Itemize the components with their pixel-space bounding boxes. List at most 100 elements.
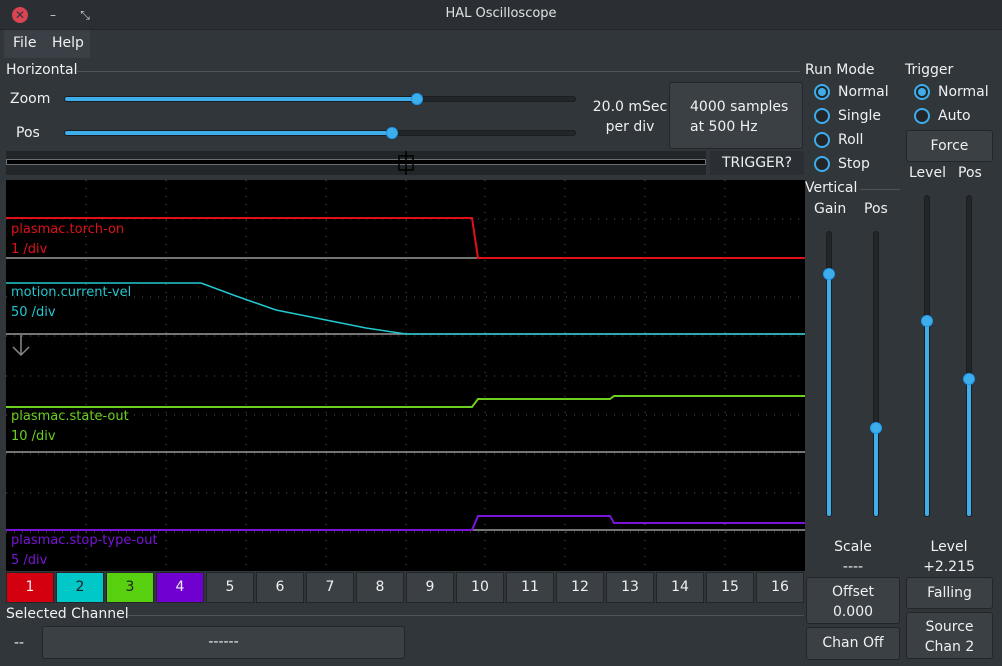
trace-4-line xyxy=(6,515,805,531)
trace-3-scale: 10 /div xyxy=(11,429,56,444)
radio-icon[interactable] xyxy=(914,108,930,124)
channel-button-14[interactable]: 14 xyxy=(656,572,704,603)
trace-3-name: plasmac.state-out xyxy=(11,409,129,424)
samples-rate: at 500 Hz xyxy=(690,119,758,135)
zoom-slider-fill xyxy=(65,97,417,101)
vertical-group-border xyxy=(860,189,900,190)
trigger-level-label: Level xyxy=(909,165,946,181)
vertical-pos-fill xyxy=(874,427,878,516)
channel-button-15[interactable]: 15 xyxy=(706,572,754,603)
radio-icon[interactable] xyxy=(814,156,830,172)
menu-file[interactable]: File xyxy=(13,35,36,51)
trigger-pos-fill xyxy=(967,378,971,516)
channel-button-13[interactable]: 13 xyxy=(606,572,654,603)
arrow-down-icon xyxy=(12,335,30,357)
vertical-scale-title: Scale xyxy=(834,539,872,555)
time-per-div-value: 20.0 mSec xyxy=(592,99,668,115)
radio-icon[interactable] xyxy=(814,108,830,124)
horizontal-group-title: Horizontal xyxy=(6,62,78,78)
vertical-pos-label: Pos xyxy=(864,201,888,217)
zoom-slider[interactable] xyxy=(64,93,576,105)
zoom-slider-handle[interactable] xyxy=(411,93,424,105)
channel-button-16[interactable]: 16 xyxy=(756,572,804,603)
trigger-pos-slider[interactable] xyxy=(963,195,975,517)
selected-channel-number: -- xyxy=(14,635,25,651)
record-position-bar[interactable] xyxy=(6,151,706,175)
trigger-level-slider[interactable] xyxy=(921,195,933,517)
run-mode-option-label: Roll xyxy=(838,132,864,148)
channel-button-10[interactable]: 10 xyxy=(456,572,504,603)
trace-4-name: plasmac.stop-type-out xyxy=(11,533,158,548)
trigger-mode-option-label: Normal xyxy=(938,84,989,100)
trigger-source-channel: Chan 2 xyxy=(924,639,975,655)
time-per-div-unit: per div xyxy=(605,119,655,135)
crosshair-icon[interactable] xyxy=(394,151,418,175)
offset-button[interactable]: Offset 0.000 xyxy=(806,577,900,624)
channel-button-2[interactable]: 2 xyxy=(56,572,104,603)
channel-button-3[interactable]: 3 xyxy=(106,572,154,603)
trace-2-label: motion.current-vel 50 /div xyxy=(11,283,131,323)
force-button[interactable]: Force xyxy=(906,130,993,162)
samples-button[interactable]: 4000 samples at 500 Hz xyxy=(669,82,803,149)
vertical-gain-handle[interactable] xyxy=(823,267,835,280)
trigger-source-button[interactable]: Source Chan 2 xyxy=(906,612,993,659)
run-mode-title: Run Mode xyxy=(805,62,875,78)
trigger-source-title: Source xyxy=(925,619,974,635)
trace-1-name: plasmac.torch-on xyxy=(11,222,125,237)
chan-off-button[interactable]: Chan Off xyxy=(806,627,900,660)
channel-button-8[interactable]: 8 xyxy=(356,572,404,603)
trace-4-label: plasmac.stop-type-out 5 /div xyxy=(11,531,158,571)
radio-icon[interactable] xyxy=(914,84,930,100)
trace-2-name: motion.current-vel xyxy=(11,285,132,300)
channel-button-7[interactable]: 7 xyxy=(306,572,354,603)
vertical-scale-value: ---- xyxy=(842,559,864,575)
selected-channel-title: Selected Channel xyxy=(6,606,129,622)
trace-4-scale: 5 /div xyxy=(11,553,48,568)
selected-channel-border xyxy=(128,615,804,616)
trigger-level-display: Level +2.215 xyxy=(903,537,995,577)
trigger-title: Trigger xyxy=(905,62,954,78)
trace-2-scale: 50 /div xyxy=(11,305,56,320)
trigger-edge-button[interactable]: Falling xyxy=(906,577,993,609)
trigger-level-value: +2.215 xyxy=(923,559,975,575)
trigger-pos-label: Pos xyxy=(958,165,982,181)
window-title: HAL Oscilloscope xyxy=(445,6,557,21)
samples-count: 4000 samples xyxy=(690,99,789,115)
menu-help[interactable]: Help xyxy=(52,35,84,51)
radio-icon[interactable] xyxy=(814,132,830,148)
vertical-title: Vertical xyxy=(805,180,858,196)
run-mode-option-label: Normal xyxy=(838,84,889,100)
trigger-level-handle[interactable] xyxy=(921,314,933,327)
vertical-gain-slider[interactable] xyxy=(823,231,835,517)
channel-button-9[interactable]: 9 xyxy=(406,572,454,603)
trace-1-label: plasmac.torch-on 1 /div xyxy=(11,220,124,260)
pos-slider-handle[interactable] xyxy=(385,127,398,139)
channel-button-5[interactable]: 5 xyxy=(206,572,254,603)
trigger-level-title: Level xyxy=(930,539,968,555)
trigger-mode-option-label: Auto xyxy=(938,108,971,124)
trace-1-scale: 1 /div xyxy=(11,242,48,257)
vertical-pos-handle[interactable] xyxy=(870,422,882,435)
vertical-pos-slider[interactable] xyxy=(870,231,882,517)
channel-button-12[interactable]: 12 xyxy=(556,572,604,603)
pos-slider-fill xyxy=(65,131,392,135)
trigger-status: TRIGGER? xyxy=(710,151,804,175)
trigger-pos-handle[interactable] xyxy=(963,372,975,385)
record-window xyxy=(6,159,706,165)
channel-button-6[interactable]: 6 xyxy=(256,572,304,603)
radio-icon[interactable] xyxy=(814,84,830,100)
channel-button-11[interactable]: 11 xyxy=(506,572,554,603)
selected-channel-name-button[interactable]: ------ xyxy=(42,626,405,659)
offset-value: 0.000 xyxy=(832,604,874,620)
channel-button-4[interactable]: 4 xyxy=(156,572,204,603)
scope-display[interactable]: plasmac.torch-on 1 /div motion.current-v… xyxy=(6,180,805,571)
menu-bar: File Help xyxy=(4,30,90,58)
time-per-div: 20.0 mSec per div xyxy=(588,97,672,137)
channel-button-1[interactable]: 1 xyxy=(6,572,54,603)
trace-3-line xyxy=(6,395,805,408)
pos-slider[interactable] xyxy=(64,127,576,139)
pos-label: Pos xyxy=(16,125,40,141)
trace-3-label: plasmac.state-out 10 /div xyxy=(11,407,129,447)
scope-plot xyxy=(6,180,805,571)
vertical-gain-fill xyxy=(827,274,831,516)
